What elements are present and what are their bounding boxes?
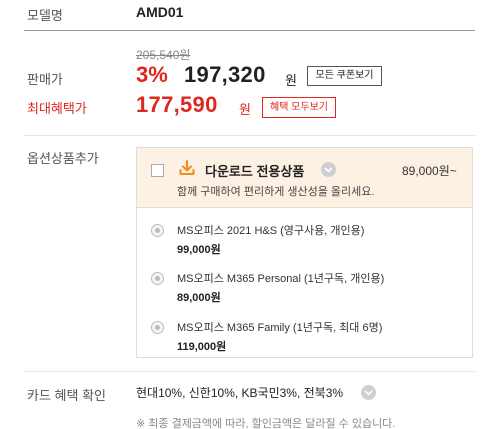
original-price: 205,540원 [136,48,191,62]
option-header[interactable]: 다운로드 전용상품 89,000원~ 함께 구매하여 편리하게 생산성을 올리세… [137,148,472,208]
all-benefits-button[interactable]: 혜택 모두보기 [262,97,336,118]
option-radio[interactable] [151,224,164,237]
option-header-description: 함께 구매하여 편리하게 생산성을 올리세요. [177,186,375,198]
discount-rate: 3% [136,62,168,87]
divider [24,371,475,372]
sale-price: 197,320 [184,62,266,87]
option-radio[interactable] [151,272,164,285]
model-value: AMD01 [136,4,184,20]
download-icon [179,160,195,175]
option-item[interactable]: MS오피스 2021 H&S (영구사용, 개인용) 99,000원 [137,220,472,266]
chevron-down-icon[interactable] [361,385,376,400]
option-header-price: 89,000원~ [402,164,457,178]
option-header-title: 다운로드 전용상품 [205,164,305,179]
option-item-name: MS오피스 2021 H&S (영구사용, 개인용) [177,225,365,237]
sale-price-label: 판매가 [27,72,63,87]
model-label: 모델명 [27,8,63,23]
card-benefit-note: ※ 최종 결제금액에 따라, 할인금액은 달라질 수 있습니다. [136,418,396,429]
option-item-name: MS오피스 M365 Family (1년구독, 최대 6명) [177,322,383,334]
card-benefit-label: 카드 혜택 확인 [27,388,106,403]
all-coupons-button[interactable]: 모든 쿠폰보기 [307,66,382,86]
max-benefit-unit: 원 [239,102,251,117]
option-checkbox[interactable] [151,164,164,177]
divider [24,30,475,31]
max-benefit-price: 177,590 [136,92,218,117]
max-benefit-label: 최대혜택가 [27,101,87,116]
chevron-down-icon[interactable] [321,162,336,177]
option-item-price: 119,000원 [177,341,227,353]
option-item[interactable]: MS오피스 M365 Family (1년구독, 최대 6명) 119,000원 [137,317,472,363]
option-item-price: 99,000원 [177,244,221,256]
sale-price-unit: 원 [285,73,297,88]
card-benefit-value: 현대10%, 신한10%, KB국민3%, 전북3% [136,386,344,400]
option-products-box: 다운로드 전용상품 89,000원~ 함께 구매하여 편리하게 생산성을 올리세… [136,147,473,358]
option-products-label: 옵션상품추가 [27,151,99,166]
option-item[interactable]: MS오피스 M365 Personal (1년구독, 개인용) 89,000원 [137,268,472,314]
option-radio[interactable] [151,321,164,334]
divider [24,135,475,136]
option-item-name: MS오피스 M365 Personal (1년구독, 개인용) [177,273,385,285]
option-item-price: 89,000원 [177,292,221,304]
